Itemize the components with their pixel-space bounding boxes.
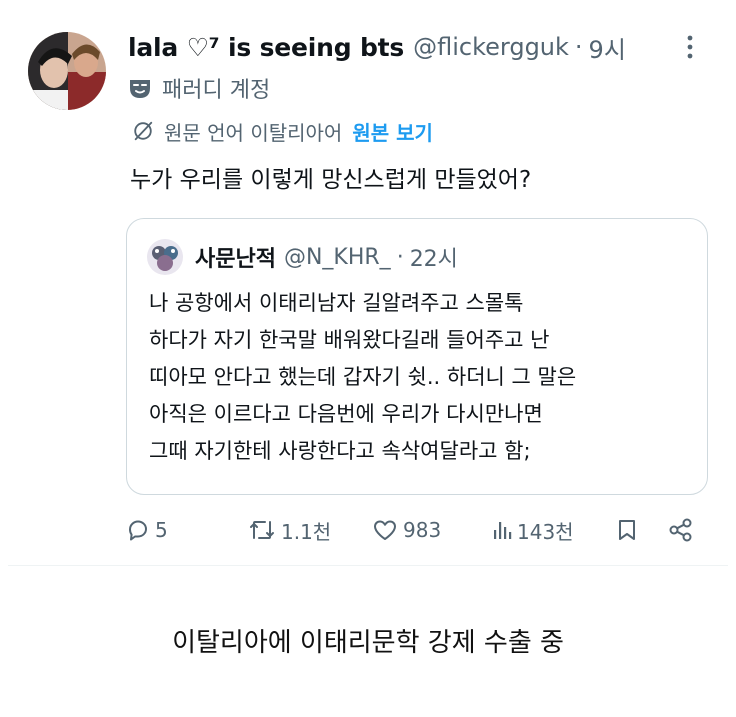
reply-icon [129,520,147,541]
tweet-text: 누가 우리를 이렇게 망신스럽게 만들었어? [130,167,532,193]
quoted-tweet-card[interactable]: 사문난적 @N_KHR_ · 22시 나 공항에서 이태리남자 길알려주고 스몰… [126,218,708,495]
views-button[interactable]: 143천 [492,510,574,550]
caption-text: 이탈리아에 이태리문학 강제 수출 중 [172,628,564,658]
show-original-link[interactable]: 원본 보기 [352,117,433,146]
display-name[interactable]: lala ♡⁷ is seeing bts [128,33,404,62]
like-button[interactable]: 983 [372,510,441,550]
quoted-display-name[interactable]: 사문난적 [195,241,276,273]
timestamp[interactable]: 9시 [589,30,626,65]
theater-mask-icon [130,80,150,98]
retweet-count: 1.1천 [281,519,332,544]
parody-account-label: 패러디 계정 [128,73,270,103]
quoted-avatar[interactable] [147,239,183,275]
bookmark-button[interactable] [616,510,638,550]
avatar[interactable] [28,32,106,110]
parody-label: 패러디 계정 [162,78,271,103]
translation-bar: 원문 언어 이탈리아어 원본 보기 [132,116,433,146]
globe-slash-icon [134,121,153,141]
quoted-text-line: 아직은 이르다고 다음번에 우리가 다시만나면 [149,402,543,426]
like-count: 983 [403,518,442,542]
share-icon [669,518,692,542]
quoted-text-line: 하다가 자기 한국말 배워왔다길래 들어주고 난 [149,328,550,352]
quoted-text-line: 나 공항에서 이태리남자 길알려주고 스몰톡 [149,291,524,315]
quoted-user-handle[interactable]: @N_KHR_ [284,245,391,270]
screenshot-page: lala ♡⁷ is seeing bts @flickergguk · 9시 … [0,0,736,717]
quoted-tweet-text: 나 공항에서 이태리남자 길알려주고 스몰톡 하다가 자기 한국말 배워왔다길래… [149,285,576,470]
retweet-icon [250,521,274,539]
reply-count: 5 [155,518,168,542]
views-count: 143천 [517,519,574,544]
more-vertical-icon[interactable] [676,32,704,62]
quoted-tweet-header: 사문난적 @N_KHR_ · 22시 [147,239,458,275]
translation-source-label: 원문 언어 이탈리아어 [164,120,343,145]
quoted-text-line: 그때 자기한테 사랑한다고 속삭여달라고 함; [149,439,531,463]
quoted-timestamp[interactable]: 22시 [410,241,458,273]
quoted-text-line: 띠아모 안다고 했는데 갑자기 쉿.. 하더니 그 말은 [149,365,577,389]
share-button[interactable] [668,510,694,550]
tweet-header: lala ♡⁷ is seeing bts @flickergguk · 9시 [128,30,706,64]
reply-button[interactable]: 5 [126,510,168,550]
divider [8,565,728,566]
heart-icon [374,520,396,540]
tweet-action-bar: 5 1.1천 983 143천 [0,510,736,550]
user-handle[interactable]: @flickergguk [413,33,569,61]
bookmark-icon [619,520,635,540]
separator-dot: · [574,33,583,61]
separator-dot: · [396,244,404,270]
retweet-button[interactable]: 1.1천 [248,510,331,550]
views-bar-icon [494,522,512,539]
